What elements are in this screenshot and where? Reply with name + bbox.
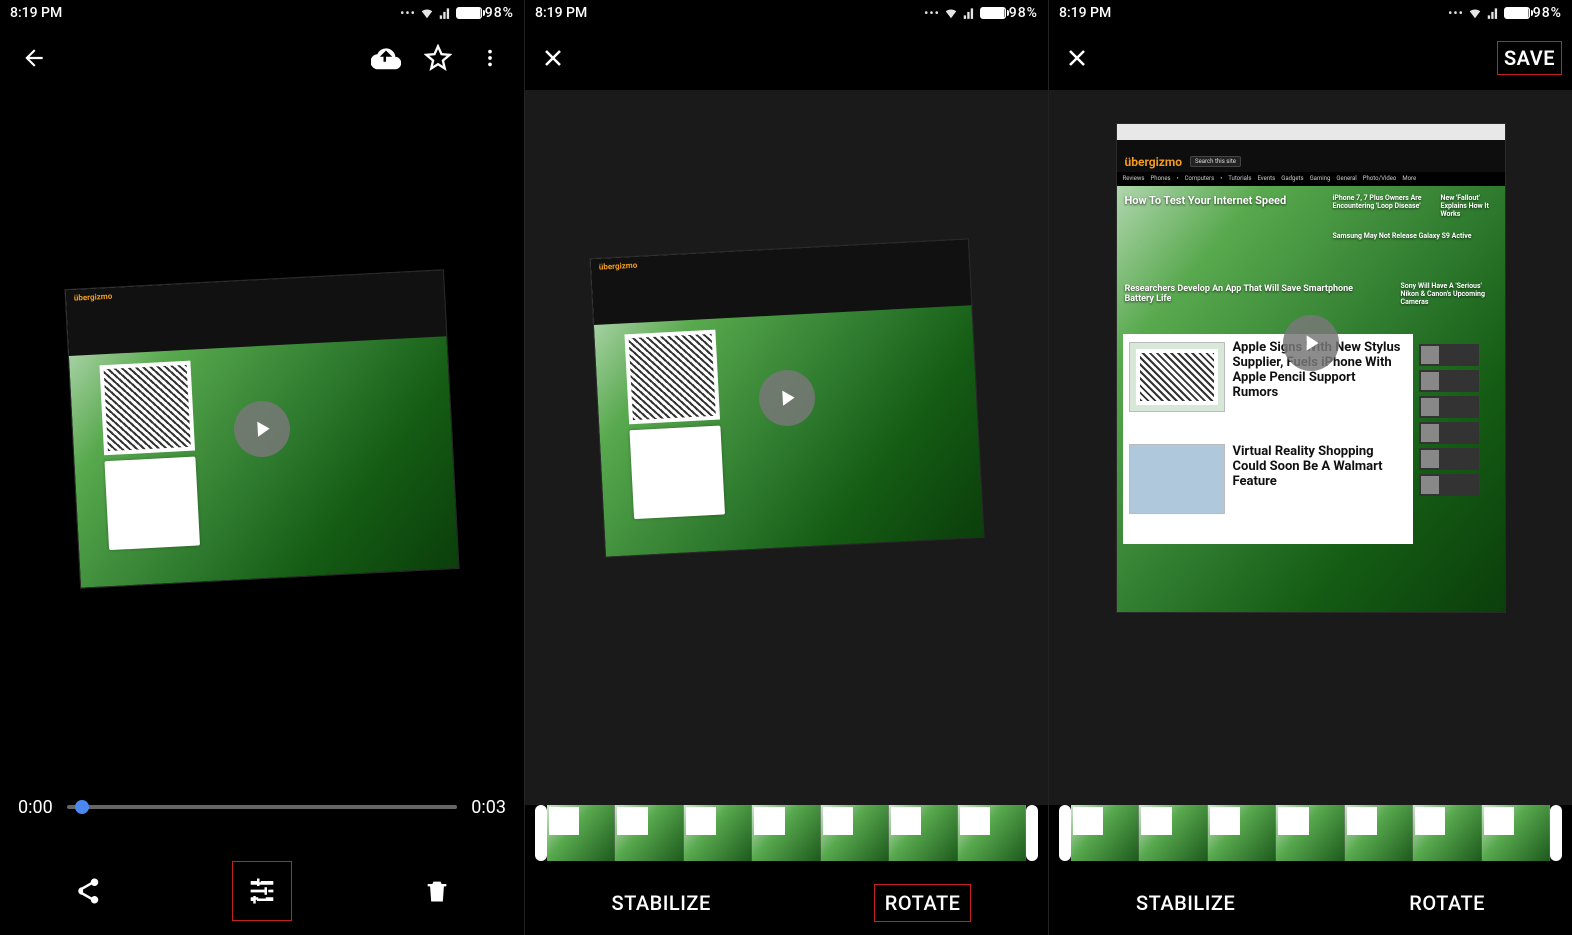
trim-handle-left[interactable] xyxy=(1059,805,1071,861)
status-time: 8:19 PM xyxy=(10,5,62,21)
editor-preview-area[interactable]: übergizmo Search this site ReviewsPhones… xyxy=(1049,90,1572,805)
status-time: 8:19 PM xyxy=(1059,5,1111,21)
trim-filmstrip[interactable] xyxy=(1059,805,1562,861)
battery-percent: 98% xyxy=(485,5,514,21)
video-frame-thumbnail: übergizmo xyxy=(589,238,984,557)
trash-icon[interactable] xyxy=(407,861,467,921)
status-bar: 8:19 PM ••• 98% xyxy=(0,0,524,26)
video-frame-thumbnail: übergizmo xyxy=(64,269,459,588)
more-dots-icon: ••• xyxy=(1448,6,1464,20)
article-2-title: Virtual Reality Shopping Could Soon Be A… xyxy=(1233,444,1403,489)
side-headline-1b: New 'Fallout' Explains How It Works xyxy=(1441,194,1501,218)
rotate-button[interactable]: ROTATE xyxy=(1399,885,1495,921)
signal-icon xyxy=(1486,6,1500,20)
star-icon[interactable] xyxy=(420,40,456,76)
editor-preview-area[interactable]: übergizmo xyxy=(525,90,1048,805)
signal-icon xyxy=(962,6,976,20)
overflow-menu-icon[interactable] xyxy=(472,40,508,76)
wifi-icon xyxy=(420,6,434,20)
hero-headline: How To Test Your Internet Speed xyxy=(1125,194,1295,207)
status-bar: 8:19 PM ••• 98% xyxy=(525,0,1048,26)
status-bar: 8:19 PM ••• 98% xyxy=(1049,0,1572,26)
signal-icon xyxy=(438,6,452,20)
battery-indicator: 98% xyxy=(456,5,514,21)
viewer-action-row xyxy=(0,847,524,935)
play-icon[interactable] xyxy=(757,368,816,427)
side-headline-1: iPhone 7, 7 Plus Owners Are Encountering… xyxy=(1333,194,1433,210)
screen-video-editor: 8:19 PM ••• 98% übergizmo xyxy=(524,0,1048,935)
stabilize-button[interactable]: STABILIZE xyxy=(1126,885,1245,921)
trim-handle-right[interactable] xyxy=(1550,805,1562,861)
back-arrow-icon[interactable] xyxy=(16,40,52,76)
editor-topbar xyxy=(525,26,1048,90)
close-icon[interactable] xyxy=(535,40,571,76)
playback-current-time: 0:00 xyxy=(18,797,53,818)
stabilize-button[interactable]: STABILIZE xyxy=(602,885,721,921)
save-button[interactable]: SAVE xyxy=(1504,46,1555,70)
trim-handle-right[interactable] xyxy=(1026,805,1038,861)
battery-percent: 98% xyxy=(1533,5,1562,21)
editor-tabs: STABILIZE ROTATE xyxy=(1049,871,1572,935)
play-icon[interactable] xyxy=(1283,315,1339,371)
trim-filmstrip[interactable] xyxy=(535,805,1038,861)
cloud-upload-icon[interactable] xyxy=(368,40,404,76)
edit-sliders-icon[interactable] xyxy=(232,861,292,921)
more-dots-icon: ••• xyxy=(924,6,940,20)
wifi-icon xyxy=(944,6,958,20)
status-time: 8:19 PM xyxy=(535,5,587,21)
screen-video-viewer: 8:19 PM ••• 98% xyxy=(0,0,524,935)
play-icon[interactable] xyxy=(233,399,292,458)
battery-indicator: 98% xyxy=(1504,5,1562,21)
website-logo: übergizmo xyxy=(1125,155,1183,169)
share-icon[interactable] xyxy=(57,861,117,921)
playback-slider[interactable] xyxy=(67,805,458,809)
playback-bar: 0:00 0:03 xyxy=(0,767,524,847)
battery-indicator: 98% xyxy=(980,5,1038,21)
editor-tabs: STABILIZE ROTATE xyxy=(525,871,1048,935)
video-frame-thumbnail-rotated: übergizmo Search this site ReviewsPhones… xyxy=(1116,123,1506,613)
more-dots-icon: ••• xyxy=(400,6,416,20)
strip-headline: Samsung May Not Release Galaxy S9 Active xyxy=(1333,232,1501,240)
side-headline-2: Sony Will Have A 'Serious' Nikon & Canon… xyxy=(1401,282,1501,306)
rotate-button[interactable]: ROTATE xyxy=(874,884,972,922)
wifi-icon xyxy=(1468,6,1482,20)
editor-topbar: SAVE xyxy=(1049,26,1572,90)
battery-percent: 98% xyxy=(1009,5,1038,21)
website-nav: ReviewsPhones•Computers•TutorialsEventsG… xyxy=(1117,172,1505,186)
search-box: Search this site xyxy=(1190,156,1241,167)
viewer-topbar xyxy=(0,26,524,90)
trim-handle-left[interactable] xyxy=(535,805,547,861)
close-icon[interactable] xyxy=(1059,40,1095,76)
video-preview-area[interactable]: übergizmo xyxy=(0,90,524,767)
playback-duration: 0:03 xyxy=(471,797,506,818)
screen-video-editor-rotated: 8:19 PM ••• 98% SAVE übergizmo Search th… xyxy=(1048,0,1572,935)
banner-headline-2: Researchers Develop An App That Will Sav… xyxy=(1125,284,1385,304)
